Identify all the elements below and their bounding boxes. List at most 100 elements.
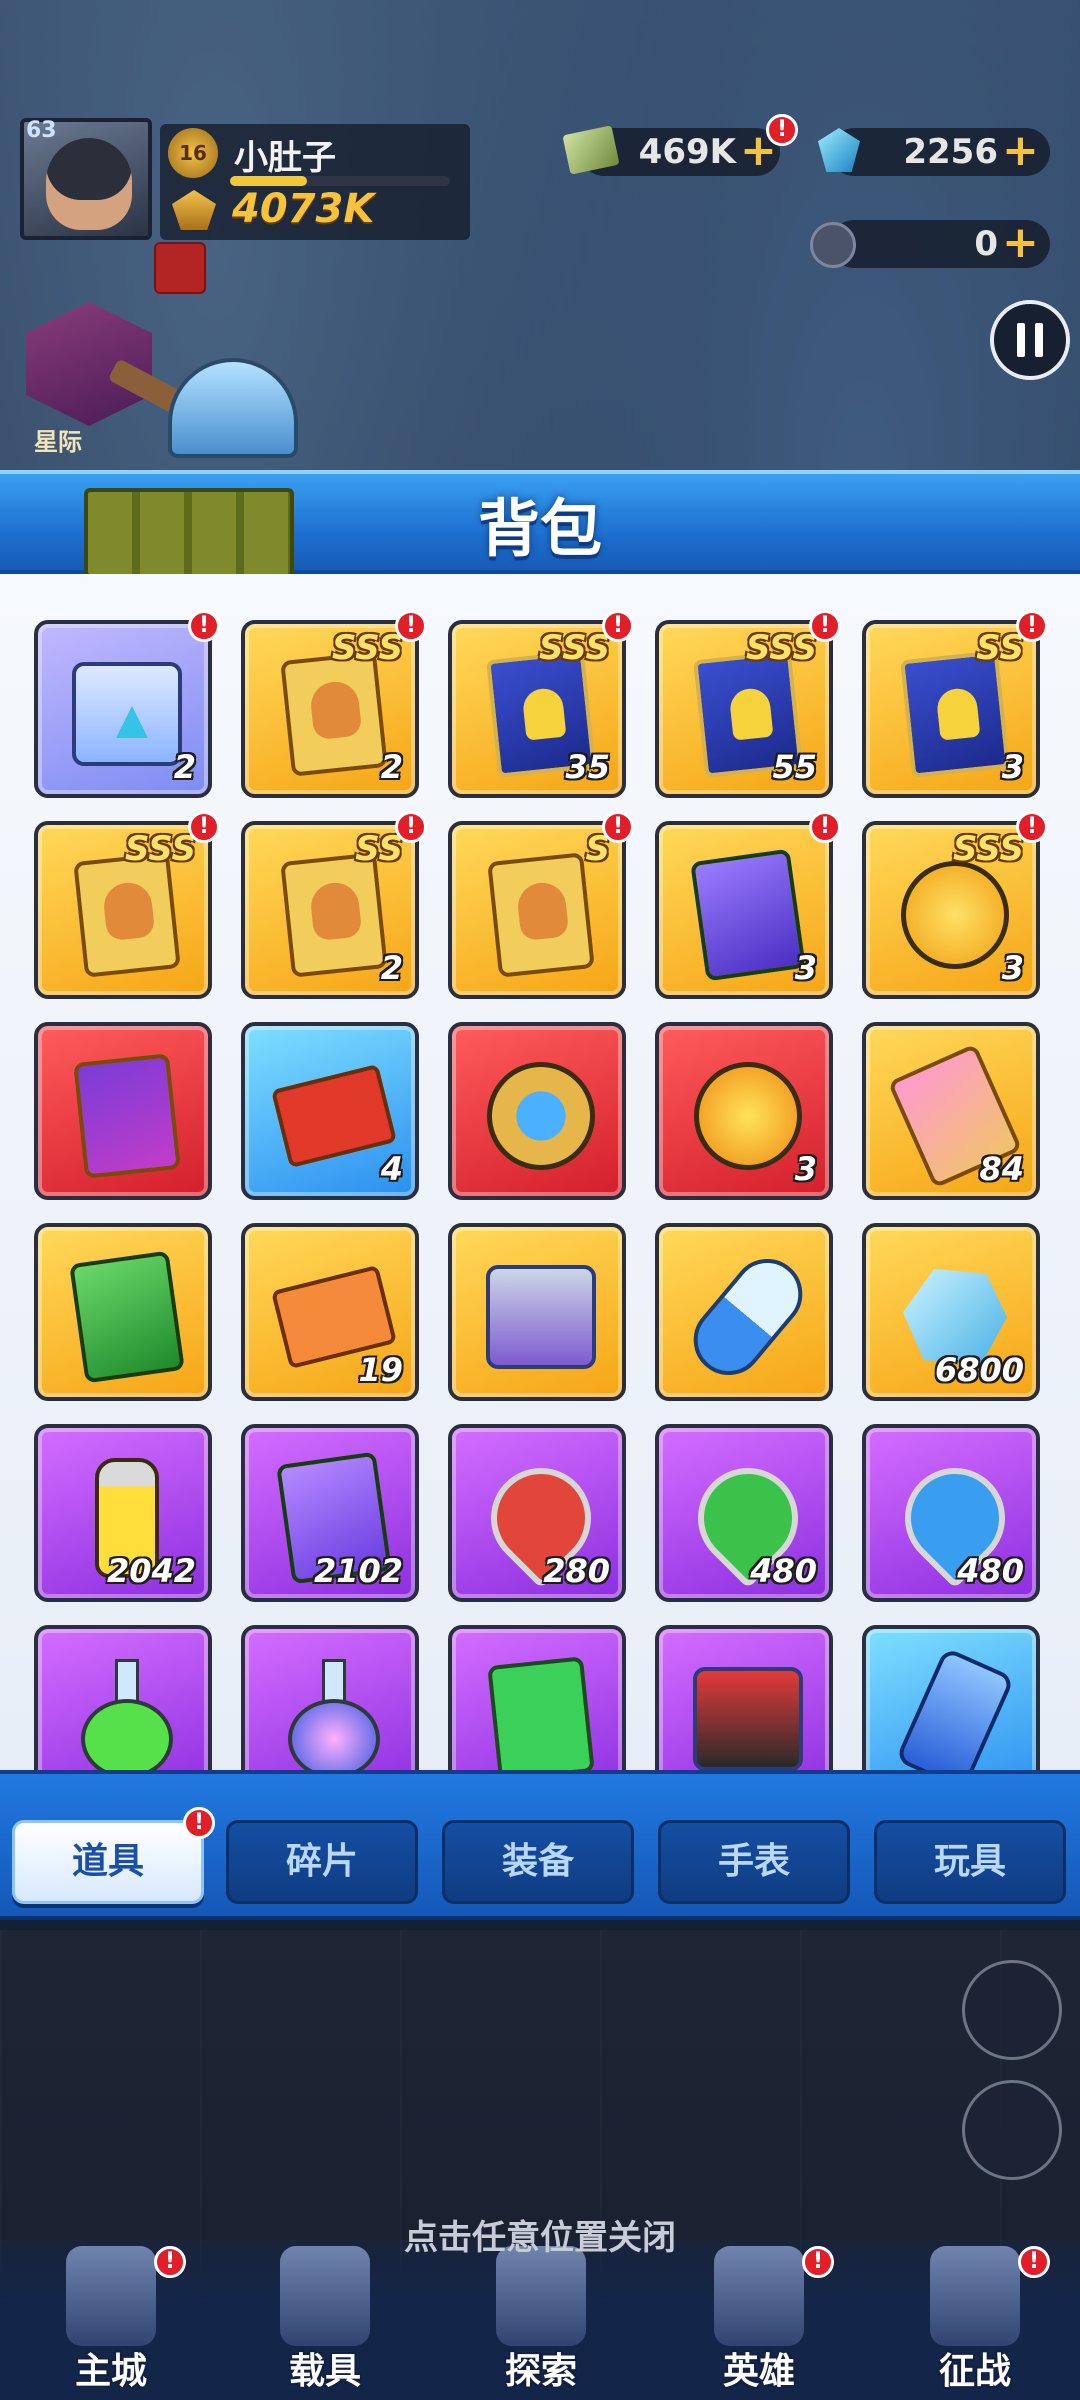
tab-label: 碎片 — [285, 1841, 358, 1882]
item-count: 2 — [173, 748, 196, 786]
exclamation-icon: ! — [809, 811, 841, 843]
item-count: 2102 — [313, 1552, 403, 1590]
emoji-icon — [900, 855, 1010, 975]
gem-plus-icon[interactable]: + — [1002, 129, 1039, 173]
item-slot[interactable]: SSS 3! — [862, 811, 1048, 999]
item-slot[interactable] — [34, 1223, 212, 1401]
nav-icon — [66, 2246, 156, 2346]
item-slot[interactable]: 280 — [448, 1424, 626, 1602]
tab-label: 玩具 — [933, 1841, 1006, 1882]
item-slot[interactable]: 480 — [655, 1424, 833, 1602]
nav-icon — [930, 2246, 1020, 2346]
item-slot[interactable]: 2042 — [34, 1424, 212, 1602]
avatar-face — [46, 138, 132, 230]
item-rank-label: SSS — [745, 628, 817, 668]
w-card-icon — [72, 1053, 182, 1179]
item-slot[interactable]: 6800 — [862, 1223, 1040, 1401]
robot-icon — [693, 1659, 803, 1770]
pause-button[interactable] — [990, 300, 1070, 380]
coin-plus-icon[interactable]: + — [1002, 221, 1039, 265]
bag-panel-title: 背包 — [477, 492, 602, 565]
pause-icon — [1017, 323, 1025, 357]
item-slot[interactable]: 4 — [241, 1022, 419, 1200]
nav-item-2[interactable]: 探索 — [456, 2246, 626, 2400]
item-count: 2042 — [106, 1552, 196, 1590]
item-count: 6800 — [934, 1351, 1024, 1389]
item-slot[interactable]: SSS 2! — [241, 610, 427, 798]
item-count: 280 — [543, 1552, 610, 1590]
nav-item-4[interactable]: 征战! — [890, 2246, 1060, 2400]
tab-3[interactable]: 手表 — [658, 1820, 850, 1904]
item-slot[interactable]: SSS 35! — [448, 610, 634, 798]
tab-0[interactable]: 道具! — [12, 1807, 215, 1904]
item-rank-label: SS — [976, 628, 1024, 668]
nav-item-0[interactable]: 主城! — [26, 2246, 196, 2400]
item-count: 35 — [565, 748, 610, 786]
item-slot[interactable] — [448, 1223, 626, 1401]
ranking-side-button[interactable] — [962, 2080, 1062, 2180]
machine-icon — [486, 1257, 596, 1377]
item-slot[interactable]: 2102 — [241, 1424, 419, 1602]
item-slot[interactable] — [241, 1625, 419, 1770]
item-count: 55 — [772, 748, 817, 786]
card-icon — [279, 651, 389, 777]
item-slot[interactable] — [655, 1223, 833, 1401]
item-slot[interactable]: 2! — [34, 610, 220, 798]
item-slot[interactable]: SS 3! — [862, 610, 1048, 798]
item-slot[interactable]: 84 — [862, 1022, 1040, 1200]
item-count: 2 — [380, 949, 403, 987]
guild-crest-icon[interactable] — [154, 242, 206, 294]
xp-bar — [230, 176, 450, 186]
cash-value: 469K — [638, 132, 736, 172]
red-ticket-icon — [270, 1056, 398, 1176]
nav-label: 载具 — [288, 2351, 361, 2392]
item-count: 84 — [979, 1150, 1024, 1188]
friends-side-button[interactable] — [962, 1960, 1062, 2060]
flask-green-icon — [72, 1659, 182, 1770]
nav-item-1[interactable]: 载具 — [240, 2246, 410, 2400]
item-grid: 2! SSS 2! SSS 35! SSS 55! SS 3! SSS! SS 2! S! 3! SSS 3!… — [34, 610, 1048, 1770]
item-count: 480 — [957, 1552, 1024, 1590]
tab-1[interactable]: 碎片 — [226, 1820, 418, 1904]
item-slot[interactable] — [448, 1625, 626, 1770]
item-slot[interactable]: SSS! — [34, 811, 220, 999]
book-purple-icon — [690, 848, 806, 982]
item-slot[interactable] — [655, 1625, 833, 1770]
card-icon — [486, 852, 596, 978]
chest-icon — [72, 654, 182, 774]
chip-icon — [486, 1656, 596, 1770]
item-count: 19 — [358, 1351, 403, 1389]
item-slot[interactable] — [448, 1022, 626, 1200]
item-count: 480 — [750, 1552, 817, 1590]
tab-label: 手表 — [717, 1841, 790, 1882]
exclamation-icon: ! — [188, 610, 220, 642]
close-hint[interactable]: 点击任意位置关闭 — [0, 2210, 1080, 2259]
cash-alert-icon: ! — [766, 114, 798, 146]
item-slot[interactable] — [34, 1022, 212, 1200]
bag-item-grid-area[interactable]: 2! SSS 2! SSS 35! SSS 55! SS 3! SSS! SS 2! S! 3! SSS 3!… — [0, 574, 1080, 1770]
item-slot[interactable] — [34, 1625, 212, 1770]
item-slot[interactable] — [862, 1625, 1040, 1770]
item-slot[interactable]: SSS 55! — [655, 610, 841, 798]
tab-4[interactable]: 玩具 — [874, 1820, 1066, 1904]
item-slot[interactable]: 19 — [241, 1223, 419, 1401]
item-slot[interactable]: 480 — [862, 1424, 1040, 1602]
shard-icon — [900, 650, 1010, 778]
nav-item-3[interactable]: 英雄! — [674, 2246, 844, 2400]
tab-2[interactable]: 装备 — [442, 1820, 634, 1904]
item-slot[interactable]: 3 — [655, 1022, 833, 1200]
rank-emblem: 16 — [168, 128, 218, 178]
item-count: 2 — [380, 748, 403, 786]
nav-label: 英雄 — [722, 2351, 795, 2392]
exclamation-icon: ! — [395, 610, 427, 642]
item-slot[interactable]: 3! — [655, 811, 841, 999]
item-slot[interactable]: S! — [448, 811, 634, 999]
card-icon — [279, 852, 389, 978]
tab-label: 装备 — [501, 1841, 574, 1882]
item-slot[interactable]: SS 2! — [241, 811, 427, 999]
exclamation-icon: ! — [602, 610, 634, 642]
item-rank-label: SS — [355, 829, 403, 869]
item-count: 3 — [1001, 949, 1024, 987]
coin-icon — [810, 222, 856, 268]
exclamation-icon: ! — [1016, 610, 1048, 642]
